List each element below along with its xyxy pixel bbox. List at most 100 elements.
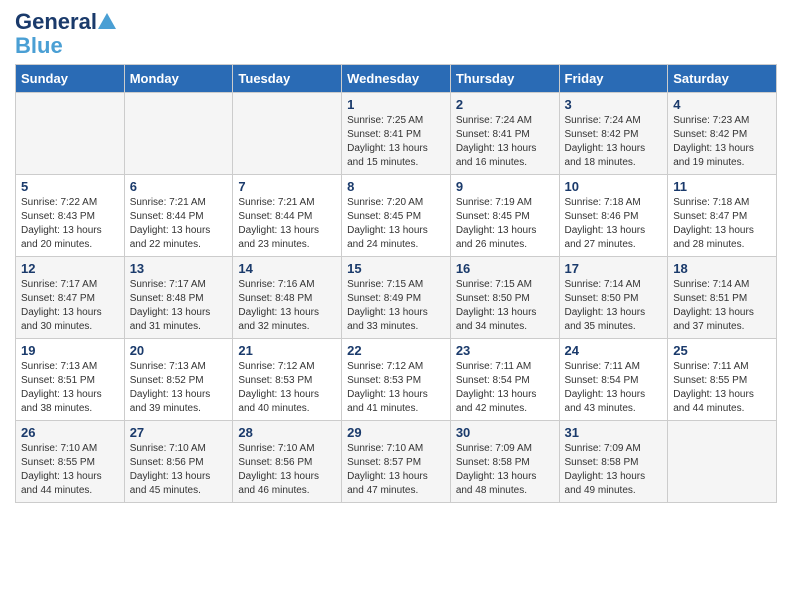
day-number: 21 [238,343,336,358]
day-info: Sunrise: 7:17 AM Sunset: 8:47 PM Dayligh… [21,278,119,334]
col-tuesday: Tuesday [233,65,342,93]
day-cell: 11 Sunrise: 7:18 AM Sunset: 8:47 PM Dayli… [668,175,777,257]
day-info: Sunrise: 7:10 AM Sunset: 8:56 PM Dayligh… [238,442,336,498]
day-number: 17 [565,261,663,276]
day-cell: 12 Sunrise: 7:17 AM Sunset: 8:47 PM Dayli… [16,257,125,339]
week-row-4: 19Sunrise: 7:13 AM Sunset: 8:51 PM Dayli… [16,339,777,421]
day-number: 11 [673,179,771,194]
day-info: Sunrise: 7:09 AM Sunset: 8:58 PM Dayligh… [456,442,554,498]
day-info: Sunrise: 7:19 AM Sunset: 8:45 PM Dayligh… [456,196,554,252]
day-info: Sunrise: 7:10 AM Sunset: 8:55 PM Dayligh… [21,442,119,498]
day-info: Sunrise: 7:22 AM Sunset: 8:43 PM Dayligh… [21,196,119,252]
page-header: General Blue [15,10,777,58]
day-info: Sunrise: 7:14 AM Sunset: 8:51 PM Dayligh… [673,278,771,334]
calendar-table: Sunday Monday Tuesday Wednesday Thursday… [15,64,777,503]
calendar-header: Sunday Monday Tuesday Wednesday Thursday… [16,65,777,93]
day-number: 7 [238,179,336,194]
header-row: Sunday Monday Tuesday Wednesday Thursday… [16,65,777,93]
day-cell: 10Sunrise: 7:18 AM Sunset: 8:46 PM Dayli… [559,175,668,257]
week-row-2: 5 Sunrise: 7:22 AM Sunset: 8:43 PM Daylig… [16,175,777,257]
day-cell [124,93,233,175]
day-cell: 23Sunrise: 7:11 AM Sunset: 8:54 PM Dayli… [450,339,559,421]
day-info: Sunrise: 7:18 AM Sunset: 8:47 PM Dayligh… [673,196,771,252]
day-number: 26 [21,425,119,440]
day-cell: 30Sunrise: 7:09 AM Sunset: 8:58 PM Dayli… [450,421,559,503]
week-row-1: 1 Sunrise: 7:25 AM Sunset: 8:41 PM Daylig… [16,93,777,175]
day-number: 6 [130,179,228,194]
day-number: 31 [565,425,663,440]
day-info: Sunrise: 7:18 AM Sunset: 8:46 PM Dayligh… [565,196,663,252]
day-info: Sunrise: 7:16 AM Sunset: 8:48 PM Dayligh… [238,278,336,334]
col-wednesday: Wednesday [342,65,451,93]
day-info: Sunrise: 7:23 AM Sunset: 8:42 PM Dayligh… [673,114,771,170]
week-row-5: 26 Sunrise: 7:10 AM Sunset: 8:55 PM Dayli… [16,421,777,503]
day-cell: 16 Sunrise: 7:15 AM Sunset: 8:50 PM Dayli… [450,257,559,339]
day-info: Sunrise: 7:25 AM Sunset: 8:41 PM Dayligh… [347,114,445,170]
day-number: 14 [238,261,336,276]
day-info: Sunrise: 7:09 AM Sunset: 8:58 PM Dayligh… [565,442,663,498]
calendar-body: 1 Sunrise: 7:25 AM Sunset: 8:41 PM Daylig… [16,93,777,503]
day-cell: 20Sunrise: 7:13 AM Sunset: 8:52 PM Dayli… [124,339,233,421]
day-info: Sunrise: 7:13 AM Sunset: 8:52 PM Dayligh… [130,360,228,416]
day-number: 13 [130,261,228,276]
day-cell: 1 Sunrise: 7:25 AM Sunset: 8:41 PM Daylig… [342,93,451,175]
day-cell: 19Sunrise: 7:13 AM Sunset: 8:51 PM Dayli… [16,339,125,421]
day-number: 2 [456,97,554,112]
day-info: Sunrise: 7:12 AM Sunset: 8:53 PM Dayligh… [238,360,336,416]
day-cell: 14 Sunrise: 7:16 AM Sunset: 8:48 PM Dayli… [233,257,342,339]
day-cell: 24 Sunrise: 7:11 AM Sunset: 8:54 PM Dayli… [559,339,668,421]
day-info: Sunrise: 7:24 AM Sunset: 8:42 PM Dayligh… [565,114,663,170]
day-cell: 5 Sunrise: 7:22 AM Sunset: 8:43 PM Daylig… [16,175,125,257]
day-cell: 4 Sunrise: 7:23 AM Sunset: 8:42 PM Daylig… [668,93,777,175]
day-number: 29 [347,425,445,440]
day-number: 3 [565,97,663,112]
day-info: Sunrise: 7:11 AM Sunset: 8:55 PM Dayligh… [673,360,771,416]
day-cell: 27 Sunrise: 7:10 AM Sunset: 8:56 PM Dayli… [124,421,233,503]
day-number: 23 [456,343,554,358]
logo-general: General [15,10,97,34]
day-number: 15 [347,261,445,276]
day-number: 12 [21,261,119,276]
day-cell: 8 Sunrise: 7:20 AM Sunset: 8:45 PM Daylig… [342,175,451,257]
day-info: Sunrise: 7:24 AM Sunset: 8:41 PM Dayligh… [456,114,554,170]
col-monday: Monday [124,65,233,93]
day-cell: 26 Sunrise: 7:10 AM Sunset: 8:55 PM Dayli… [16,421,125,503]
day-cell: 13 Sunrise: 7:17 AM Sunset: 8:48 PM Dayli… [124,257,233,339]
week-row-3: 12 Sunrise: 7:17 AM Sunset: 8:47 PM Dayli… [16,257,777,339]
day-cell: 15 Sunrise: 7:15 AM Sunset: 8:49 PM Dayli… [342,257,451,339]
day-cell [16,93,125,175]
col-saturday: Saturday [668,65,777,93]
day-number: 5 [21,179,119,194]
day-number: 24 [565,343,663,358]
day-info: Sunrise: 7:13 AM Sunset: 8:51 PM Dayligh… [21,360,119,416]
day-info: Sunrise: 7:15 AM Sunset: 8:50 PM Dayligh… [456,278,554,334]
day-number: 27 [130,425,228,440]
day-cell: 29 Sunrise: 7:10 AM Sunset: 8:57 PM Dayli… [342,421,451,503]
logo: General Blue [15,10,116,58]
day-cell: 2 Sunrise: 7:24 AM Sunset: 8:41 PM Daylig… [450,93,559,175]
day-cell [668,421,777,503]
day-info: Sunrise: 7:11 AM Sunset: 8:54 PM Dayligh… [565,360,663,416]
day-cell: 22 Sunrise: 7:12 AM Sunset: 8:53 PM Dayli… [342,339,451,421]
day-info: Sunrise: 7:10 AM Sunset: 8:56 PM Dayligh… [130,442,228,498]
day-cell [233,93,342,175]
day-info: Sunrise: 7:15 AM Sunset: 8:49 PM Dayligh… [347,278,445,334]
day-info: Sunrise: 7:14 AM Sunset: 8:50 PM Dayligh… [565,278,663,334]
day-info: Sunrise: 7:12 AM Sunset: 8:53 PM Dayligh… [347,360,445,416]
day-info: Sunrise: 7:21 AM Sunset: 8:44 PM Dayligh… [130,196,228,252]
day-cell: 9 Sunrise: 7:19 AM Sunset: 8:45 PM Daylig… [450,175,559,257]
day-cell: 3 Sunrise: 7:24 AM Sunset: 8:42 PM Daylig… [559,93,668,175]
day-number: 28 [238,425,336,440]
day-info: Sunrise: 7:20 AM Sunset: 8:45 PM Dayligh… [347,196,445,252]
day-cell: 21 Sunrise: 7:12 AM Sunset: 8:53 PM Dayli… [233,339,342,421]
day-number: 9 [456,179,554,194]
day-number: 1 [347,97,445,112]
day-info: Sunrise: 7:10 AM Sunset: 8:57 PM Dayligh… [347,442,445,498]
day-number: 22 [347,343,445,358]
day-cell: 31 Sunrise: 7:09 AM Sunset: 8:58 PM Dayli… [559,421,668,503]
day-info: Sunrise: 7:17 AM Sunset: 8:48 PM Dayligh… [130,278,228,334]
day-cell: 17 Sunrise: 7:14 AM Sunset: 8:50 PM Dayli… [559,257,668,339]
day-number: 4 [673,97,771,112]
day-number: 8 [347,179,445,194]
day-number: 16 [456,261,554,276]
